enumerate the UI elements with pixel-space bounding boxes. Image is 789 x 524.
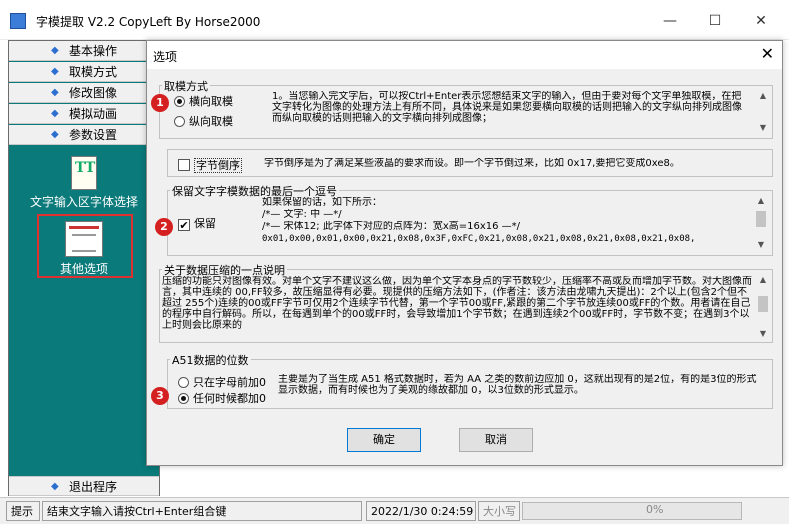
font-select-tool[interactable]: TT 文字输入区字体选择 — [9, 156, 159, 210]
options-document-icon — [65, 221, 103, 257]
compression-group: 关于数据压缩的一点说明 压缩的功能只对图像有效。对单个文字不建议这么做，因为单个… — [159, 262, 773, 343]
sidebar-item-label: 退出程序 — [69, 480, 118, 494]
app-title: 字模提取 V2.2 CopyLeft By Horse2000 — [36, 15, 261, 29]
other-options-tool[interactable]: 其他选项 — [9, 221, 159, 277]
mode-scrollbar[interactable]: ▲ ▼ — [756, 90, 770, 134]
sidebar-item-label: 模拟动画 — [69, 107, 118, 121]
keep-line-1: 如果保留的话，如下所示： — [262, 197, 382, 208]
keep-line-3: /*— 宋体12; 此字体下对应的点阵为：宽x高=16x16 —*/ — [262, 221, 521, 232]
minimize-button[interactable]: — — [655, 10, 685, 32]
diamond-icon: ◆ — [51, 129, 59, 140]
status-datetime: 2022/1/30 0:24:59 — [366, 501, 476, 521]
scroll-down-icon[interactable]: ▼ — [756, 122, 770, 134]
caps-indicator: 大小写 — [478, 501, 520, 521]
byte-order-description: 字节倒序是为了满足某些液晶的要求而设。即一个字节倒过来，比如 0x17,要把它变… — [264, 158, 680, 169]
font-select-label: 文字输入区字体选择 — [29, 195, 138, 209]
diamond-icon: ◆ — [51, 45, 59, 56]
mode-group: 取模方式 横向取模 纵向取模 1。当您输入完文字后，可以按Ctrl+Enter表… — [159, 78, 773, 139]
keep-line-2: /*— 文字: 中 —*/ — [262, 209, 342, 220]
a51-description: 主要是为了当生成 A51 格式数据时，若为 AA 之类的数前边应加 0，这就出现… — [278, 374, 757, 396]
sidebar-item-edit-image[interactable]: ◆ 修改图像 — [9, 83, 159, 103]
dialog-title: 选项 — [153, 50, 178, 64]
radio-dot — [174, 116, 185, 127]
options-dialog: 选项 ✕ 取模方式 横向取模 纵向取模 1。当您输入完文字后，可以按Ctrl+E… — [146, 40, 783, 466]
scroll-down-icon[interactable]: ▼ — [754, 239, 768, 251]
tt-font-icon: TT — [71, 156, 97, 190]
prefix-always-radio[interactable]: 任何时候都加0 — [178, 390, 266, 406]
sidebar-item-label: 修改图像 — [69, 86, 118, 100]
sidebar-item-basic-ops[interactable]: ◆ 基本操作 — [9, 41, 159, 61]
diamond-icon: ◆ — [51, 108, 59, 119]
annotation-badge-3: 3 — [151, 387, 169, 405]
scroll-up-icon[interactable]: ▲ — [754, 195, 768, 207]
ok-button[interactable]: 确定 — [347, 428, 421, 452]
progress-bar — [522, 502, 742, 520]
sidebar-item-label: 基本操作 — [69, 44, 118, 58]
sidebar-item-exit[interactable]: ◆ 退出程序 — [9, 476, 159, 496]
mode-group-title: 取模方式 — [162, 78, 210, 94]
sidebar-item-label: 参数设置 — [69, 128, 118, 142]
radio-dot — [178, 393, 189, 404]
sidebar-item-mode[interactable]: ◆ 取模方式 — [9, 62, 159, 82]
scroll-down-icon[interactable]: ▼ — [756, 328, 770, 340]
keep-line-4: 0x01,0x00,0x01,0x00,0x21,0x08,0x3F,0xFC,… — [262, 234, 696, 244]
app-icon — [10, 13, 26, 29]
sidebar-item-label: 取模方式 — [69, 65, 118, 79]
horizontal-mode-radio[interactable]: 横向取模 — [174, 93, 233, 109]
vertical-mode-radio[interactable]: 纵向取模 — [174, 113, 233, 129]
maximize-button[interactable]: ☐ — [700, 10, 730, 32]
dialog-titlebar: 选项 ✕ — [147, 41, 782, 69]
keep-scrollbar[interactable]: ▲ ▼ — [754, 195, 768, 251]
annotation-badge-2: 2 — [155, 218, 173, 236]
compression-description: 压缩的功能只对图像有效。对单个文字不建议这么做，因为单个文字本身点的字节数较少，… — [162, 276, 752, 331]
mode-description: 1。当您输入完文字后，可以按Ctrl+Enter表示您想结束文字的输入，但由于要… — [272, 91, 742, 124]
diamond-icon: ◆ — [51, 481, 59, 492]
check-icon: ✔ — [178, 219, 190, 232]
scroll-up-icon[interactable]: ▲ — [756, 274, 770, 286]
scroll-up-icon[interactable]: ▲ — [756, 90, 770, 102]
status-message: 结束文字输入请按Ctrl+Enter组合键 — [42, 501, 362, 521]
a51-group: A51数据的位数 只在字母前加0 任何时候都加0 主要是为了当生成 A51 格式… — [167, 352, 773, 409]
checkbox-box — [178, 159, 190, 171]
scroll-thumb[interactable] — [758, 296, 768, 312]
prefix-letters-radio[interactable]: 只在字母前加0 — [178, 374, 266, 390]
dialog-close-button[interactable]: ✕ — [761, 44, 774, 64]
cancel-button[interactable]: 取消 — [459, 428, 533, 452]
main-titlebar: 字模提取 V2.2 CopyLeft By Horse2000 — ☐ ✕ — [0, 0, 789, 40]
progress-text: 0% — [646, 503, 664, 516]
status-bar: 提示 结束文字输入请按Ctrl+Enter组合键 2022/1/30 0:24:… — [0, 497, 789, 524]
close-button[interactable]: ✕ — [746, 10, 776, 32]
keep-comma-checkbox[interactable]: ✔ 保留 — [178, 215, 216, 231]
diamond-icon: ◆ — [51, 87, 59, 98]
a51-group-title: A51数据的位数 — [170, 352, 251, 368]
diamond-icon: ◆ — [51, 66, 59, 77]
sidebar: ◆ 基本操作 ◆ 取模方式 ◆ 修改图像 ◆ 模拟动画 ◆ 参数设置 TT 文字… — [8, 40, 160, 496]
byte-order-checkbox[interactable]: 字节倒序 — [178, 157, 242, 173]
compression-scrollbar[interactable]: ▲ ▼ — [756, 274, 770, 340]
status-prefix: 提示 — [6, 501, 40, 521]
radio-dot — [174, 96, 185, 107]
annotation-badge-1: 1 — [151, 94, 169, 112]
keep-comma-group: 保留文字字模数据的最后一个逗号 ✔ 保留 如果保留的话，如下所示： /*— 文字:… — [167, 183, 773, 256]
byte-order-group: 字节倒序 字节倒序是为了满足某些液晶的要求而设。即一个字节倒过来，比如 0x17… — [167, 149, 773, 177]
other-options-label: 其他选项 — [59, 262, 108, 276]
scroll-thumb[interactable] — [756, 211, 766, 227]
sidebar-item-animation[interactable]: ◆ 模拟动画 — [9, 104, 159, 124]
radio-dot — [178, 377, 189, 388]
sidebar-item-settings[interactable]: ◆ 参数设置 — [9, 125, 159, 145]
